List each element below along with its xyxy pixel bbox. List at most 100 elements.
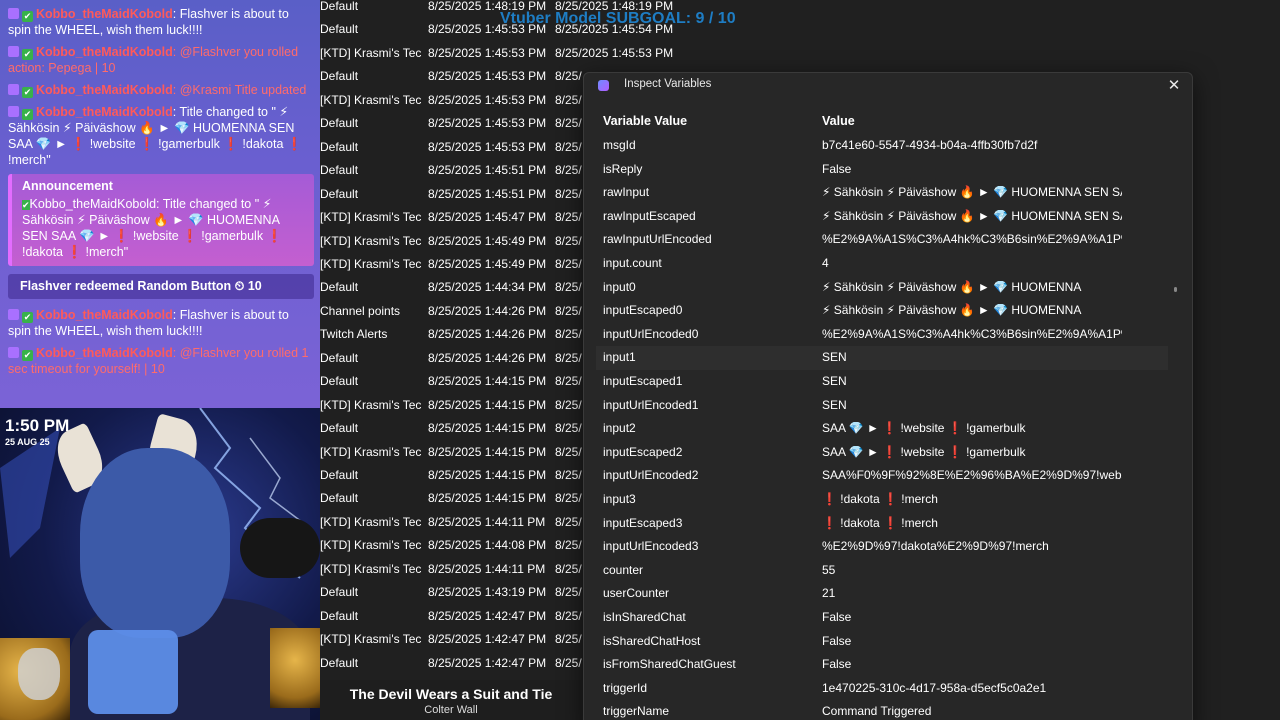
log-start-time: 8/25/2025 1:44:26 PM [428, 303, 547, 318]
variable-row[interactable]: triggerName Command Triggered [596, 700, 1168, 720]
variable-row[interactable]: isSharedChatHost False [596, 630, 1168, 654]
variable-name: input3 [603, 492, 636, 506]
variable-row[interactable]: isInSharedChat False [596, 606, 1168, 630]
variable-name: userCounter [603, 586, 670, 601]
twitch-icon [8, 309, 19, 320]
variable-name: input1 [603, 350, 636, 365]
log-row[interactable]: Default 8/25/2025 1:48:19 PM 8/25/2025 1:4… [320, 0, 1280, 22]
log-action-type: Default [320, 491, 359, 506]
log-row[interactable]: [KTD] Krasmi's Tec 8/25/2025 1:45:53 PM 8/… [320, 46, 1280, 69]
chat-username: Kobbo_theMaidKobold [36, 83, 173, 97]
variable-value: ⚡ Sähkösin ⚡ Päiväshow 🔥 ► 💎 HUOMENNA SE… [822, 185, 1122, 200]
log-action-type: Channel points [320, 303, 401, 318]
variable-row[interactable]: triggerId 1e470225-310c-4d17-958a-d5ecf5c… [596, 677, 1168, 701]
chat-text: : @Krasmi Title updated [172, 83, 307, 97]
variable-row[interactable]: inputUrlEncoded1 SEN [596, 394, 1168, 418]
variable-row[interactable]: inputEscaped2 SAA 💎 ► ❗ !website ❗ !gamer… [596, 441, 1168, 465]
variable-row[interactable]: input.count 4 [596, 252, 1168, 276]
variable-name: inputEscaped3 [603, 515, 683, 530]
variable-row[interactable]: inputEscaped1 SEN [596, 370, 1168, 394]
variable-name: input.count [603, 256, 662, 270]
variable-name: rawInputUrlEncoded [603, 232, 712, 247]
microphone [240, 518, 320, 578]
variable-name: inputUrlEncoded2 [603, 468, 699, 483]
log-row[interactable]: Default 8/25/2025 1:45:53 PM 8/25/2025 1:4… [320, 22, 1280, 45]
close-icon[interactable]: ✕ [1166, 76, 1182, 96]
variable-name: rawInputEscaped [603, 208, 696, 223]
log-end-time: 8/25/ [555, 655, 582, 670]
twitch-icon [8, 46, 19, 57]
variable-value: False [822, 633, 852, 648]
variable-row[interactable]: rawInputEscaped ⚡ Sähkösin ⚡ Päiväshow 🔥 … [596, 205, 1168, 229]
variable-value: False [822, 657, 852, 672]
variable-value: ❗ !dakota ❗ !merch [822, 492, 938, 506]
stream-date: 25 AUG 25 [5, 437, 50, 447]
chat-message: ✔ Kobbo_theMaidKobold: @Flashver you roll… [8, 345, 314, 377]
log-end-time: 8/25/ [555, 561, 582, 576]
chat-message: ✔ Kobbo_theMaidKobold: @Krasmi Title upda… [8, 82, 314, 98]
variable-row[interactable]: input3 ❗ !dakota ❗ !merch [596, 488, 1168, 512]
variable-row[interactable]: input1 SEN [596, 346, 1168, 370]
log-start-time: 8/25/2025 1:44:26 PM [428, 350, 547, 365]
log-action-type: [KTD] Krasmi's Tec [320, 45, 422, 60]
log-end-time: 8/25/ [555, 538, 582, 553]
variable-value: ⚡ Sähkösin ⚡ Päiväshow 🔥 ► 💎 HUOMENNA [822, 279, 1082, 294]
log-end-time: 8/25/ [555, 233, 582, 248]
variable-value: %E2%9D%97!dakota%E2%9D%97!merch [822, 539, 1049, 554]
dialog-titlebar[interactable]: Inspect Variables ✕ [584, 73, 1192, 99]
log-end-time: 8/25/ [555, 350, 582, 365]
column-header-variable[interactable]: Variable Value [603, 114, 687, 128]
variable-name: input0 [603, 279, 636, 294]
log-start-time: 8/25/2025 1:42:47 PM [428, 608, 547, 623]
variable-name: isSharedChatHost [603, 633, 701, 648]
now-playing-artist: Colter Wall [424, 704, 478, 716]
log-end-time: 8/25/ [555, 256, 582, 271]
variable-row[interactable]: inputEscaped0 ⚡ Sähkösin ⚡ Päiväshow 🔥 ► … [596, 299, 1168, 323]
log-end-time: 8/25/ [555, 210, 582, 225]
log-end-time: 8/25/ [555, 585, 582, 600]
variable-row[interactable]: inputUrlEncoded2 SAA%F0%9F%92%8E%E2%96%BA… [596, 464, 1168, 488]
variable-row[interactable]: msgId b7c41e60-5547-4934-b04a-4ffb30fb7d2… [596, 134, 1168, 158]
log-end-time: 8/25/ [555, 139, 582, 154]
twitch-icon [8, 84, 19, 95]
variable-row[interactable]: input2 SAA 💎 ► ❗ !website ❗ !gamerbulk [596, 417, 1168, 441]
log-end-time: 8/25/ [555, 421, 582, 436]
variable-value: 55 [822, 562, 836, 577]
log-action-type: [KTD] Krasmi's Tec [320, 397, 422, 412]
twitch-icon [8, 106, 19, 117]
variable-row[interactable]: input0 ⚡ Sähkösin ⚡ Päiväshow 🔥 ► 💎 HUOME… [596, 276, 1168, 300]
variable-value: Command Triggered [822, 704, 932, 719]
log-end-time: 8/25/ [555, 514, 582, 529]
variable-row[interactable]: inputUrlEncoded0 %E2%9A%A1S%C3%A4hk%C3%B6… [596, 323, 1168, 347]
variable-name: inputUrlEncoded3 [603, 539, 699, 554]
variable-row[interactable]: inputEscaped3 ❗ !dakota ❗ !merch [596, 512, 1168, 536]
scrollbar-thumb[interactable] [1174, 287, 1177, 292]
log-start-time: 8/25/2025 1:44:26 PM [428, 327, 547, 342]
variable-name: counter [603, 562, 644, 577]
variable-row[interactable]: rawInputUrlEncoded %E2%9A%A1S%C3%A4hk%C3%… [596, 228, 1168, 252]
log-action-type: Default [320, 350, 359, 365]
log-start-time: 8/25/2025 1:42:47 PM [428, 632, 547, 647]
variable-row[interactable]: counter 55 [596, 559, 1168, 583]
gold-coins-right [270, 628, 320, 708]
variable-name: triggerId [603, 680, 648, 695]
variable-value: SAA%F0%9F%92%8E%E2%96%BA%E2%9D%97!websit [822, 468, 1122, 483]
variable-row[interactable]: userCounter 21 [596, 582, 1168, 606]
stream-clock: 1:50 PM [5, 416, 70, 435]
log-action-type: Default [320, 22, 359, 37]
variable-value: %E2%9A%A1S%C3%A4hk%C3%B6sin%E2%9A%A1P%C [822, 326, 1122, 341]
log-end-time: 8/25/ [555, 491, 582, 506]
variable-name: inputEscaped1 [603, 374, 683, 388]
variable-row[interactable]: inputUrlEncoded3 %E2%9D%97!dakota%E2%9D%9… [596, 535, 1168, 559]
variable-row[interactable]: isFromSharedChatGuest False [596, 653, 1168, 677]
variable-name: rawInput [603, 185, 650, 200]
variable-row[interactable]: isReply False [596, 158, 1168, 182]
log-end-time: 8/25/ [555, 116, 582, 131]
column-header-value[interactable]: Value [822, 114, 855, 128]
log-action-type: [KTD] Krasmi's Tec [320, 632, 422, 647]
variable-value: 4 [822, 256, 829, 270]
log-start-time: 8/25/2025 1:45:53 PM [428, 116, 547, 131]
log-end-time: 8/25/ [555, 468, 582, 482]
variable-row[interactable]: rawInput ⚡ Sähkösin ⚡ Päiväshow 🔥 ► 💎 HUO… [596, 181, 1168, 205]
log-end-time: 8/25/ [555, 280, 582, 295]
